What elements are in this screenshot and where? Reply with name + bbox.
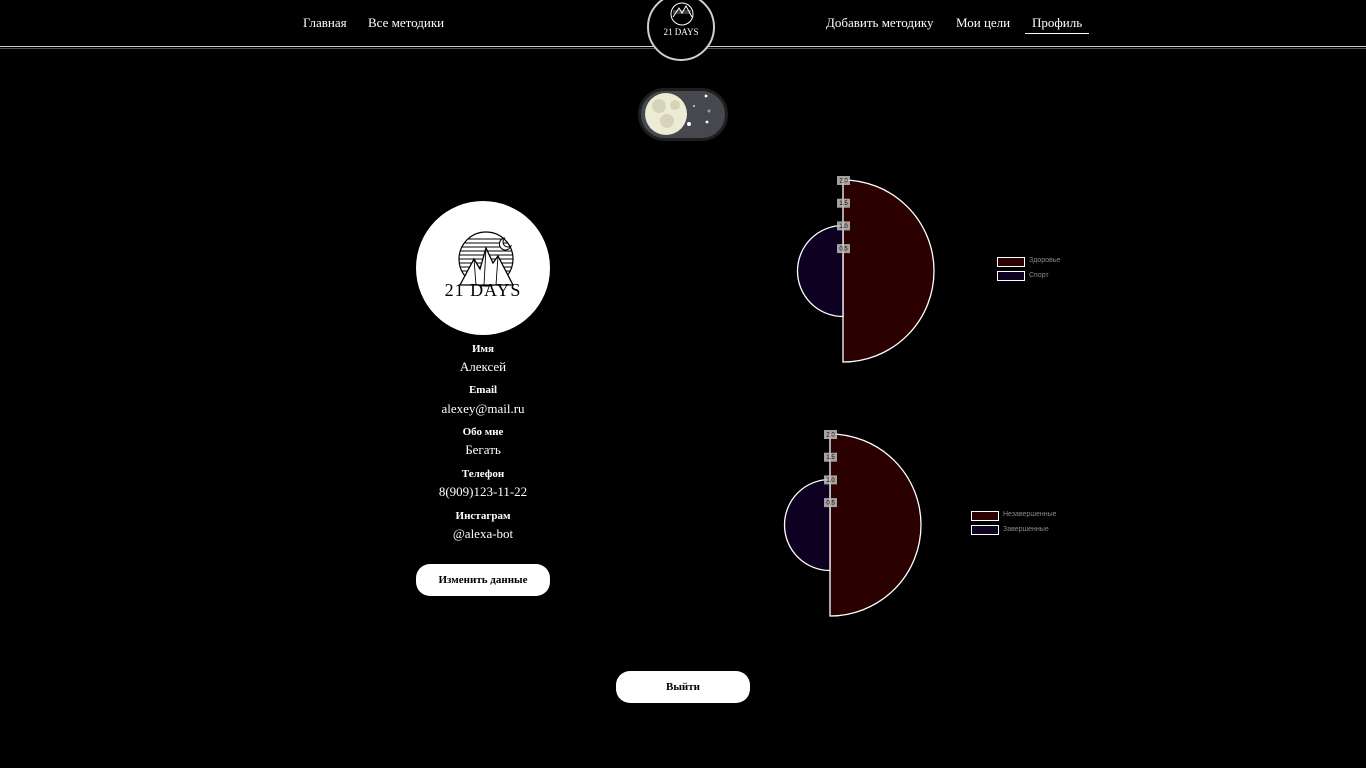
legend-label: Завершенные <box>1003 526 1049 533</box>
pie-chart: 2.0 1.5 1.0 0.5 <box>783 430 922 617</box>
svg-text:1.0: 1.0 <box>826 478 835 484</box>
pie-slice[interactable] <box>829 433 922 617</box>
legend-swatch[interactable] <box>971 511 999 521</box>
svg-text:0.5: 0.5 <box>839 247 848 253</box>
tick-label: 2.0 <box>837 176 850 185</box>
legend-swatch[interactable] <box>971 525 999 535</box>
tick-label: 0.5 <box>824 498 837 508</box>
svg-text:1.5: 1.5 <box>826 455 835 461</box>
tick-label: 1.5 <box>837 198 850 208</box>
legend-swatch[interactable] <box>997 271 1025 281</box>
pie-chart: 2.0 1.5 1.0 0.5 <box>796 176 935 363</box>
svg-text:2.0: 2.0 <box>839 179 848 185</box>
legend-label: Незавершенные <box>1003 511 1057 518</box>
svg-text:2.0: 2.0 <box>826 433 835 439</box>
tick-label: 1.5 <box>824 452 837 462</box>
svg-text:1.5: 1.5 <box>839 201 848 207</box>
tick-label: 0.5 <box>837 244 850 254</box>
legend-label: Здоровье <box>1029 257 1061 264</box>
tick-label: 2.0 <box>824 430 837 439</box>
legend-swatch[interactable] <box>997 257 1025 267</box>
pie-slice[interactable] <box>783 478 831 572</box>
pie-slice[interactable] <box>796 224 844 318</box>
svg-text:1.0: 1.0 <box>839 224 848 230</box>
pie-slice[interactable] <box>842 179 935 363</box>
legend-label: Спорт <box>1029 272 1049 279</box>
svg-text:0.5: 0.5 <box>826 501 835 507</box>
charts-canvas: 2.0 1.5 1.0 0.5 2.0 1.5 1.0 0.5 <box>783 176 935 617</box>
tick-label: 1.0 <box>837 221 850 231</box>
tick-label: 1.0 <box>824 475 837 485</box>
